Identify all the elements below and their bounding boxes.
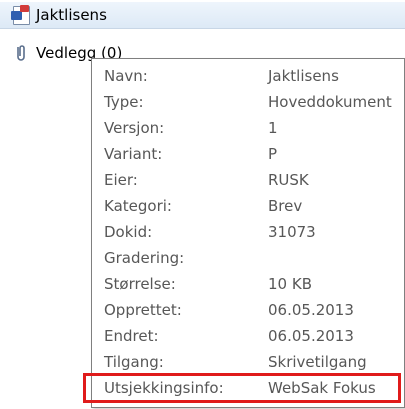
tooltip-label: Størrelse: — [104, 274, 176, 293]
tooltip-row-classification: Gradering: — [92, 247, 404, 268]
tooltip-value: 10 KB — [268, 274, 312, 293]
tooltip-label: Variant: — [104, 144, 163, 163]
tooltip-value: RUSK — [268, 170, 309, 189]
tooltip-value: Jaktlisens — [268, 66, 339, 85]
tooltip-row-size: Størrelse: 10 KB — [92, 273, 404, 294]
tooltip-label: Tilgang: — [104, 352, 164, 371]
tooltip-label: Kategori: — [104, 196, 172, 215]
tooltip-row-docid: Dokid: 31073 — [92, 221, 404, 242]
tooltip-label: Endret: — [104, 326, 159, 345]
tree-item-label: Jaktlisens — [36, 6, 107, 24]
tooltip-label: Opprettet: — [104, 300, 182, 319]
document-info-tooltip: Navn: Jaktlisens Type: Hoveddokument Ver… — [91, 58, 405, 408]
tooltip-row-version: Versjon: 1 — [92, 117, 404, 138]
tooltip-value: P — [268, 144, 278, 163]
tooltip-value: 06.05.2013 — [268, 300, 354, 319]
tooltip-label: Eier: — [104, 170, 138, 189]
tooltip-row-variant: Variant: P — [92, 143, 404, 164]
checkout-info-highlight-box — [83, 373, 401, 403]
tooltip-row-created: Opprettet: 06.05.2013 — [92, 299, 404, 320]
tooltip-label: Gradering: — [104, 248, 185, 267]
tooltip-label: Navn: — [104, 66, 148, 85]
tooltip-row-type: Type: Hoveddokument — [92, 91, 404, 112]
tree-item-document[interactable]: Jaktlisens — [0, 2, 405, 29]
tooltip-row-category: Kategori: Brev — [92, 195, 404, 216]
word-document-icon — [11, 5, 31, 25]
tooltip-row-modified: Endret: 06.05.2013 — [92, 325, 404, 346]
tooltip-label: Dokid: — [104, 222, 153, 241]
tooltip-value: 06.05.2013 — [268, 326, 354, 345]
tooltip-label: Type: — [104, 92, 144, 111]
tooltip-row-name: Navn: Jaktlisens — [92, 65, 404, 86]
tooltip-value: Hoveddokument — [268, 92, 392, 111]
tooltip-value: 1 — [268, 118, 278, 137]
tooltip-value: 31073 — [268, 222, 316, 241]
tooltip-row-access: Tilgang: Skrivetilgang — [92, 351, 404, 372]
tooltip-value: Brev — [268, 196, 303, 215]
tooltip-row-owner: Eier: RUSK — [92, 169, 404, 190]
tooltip-value: Skrivetilgang — [268, 352, 367, 371]
tooltip-label: Versjon: — [104, 118, 165, 137]
paperclip-icon — [11, 43, 31, 63]
